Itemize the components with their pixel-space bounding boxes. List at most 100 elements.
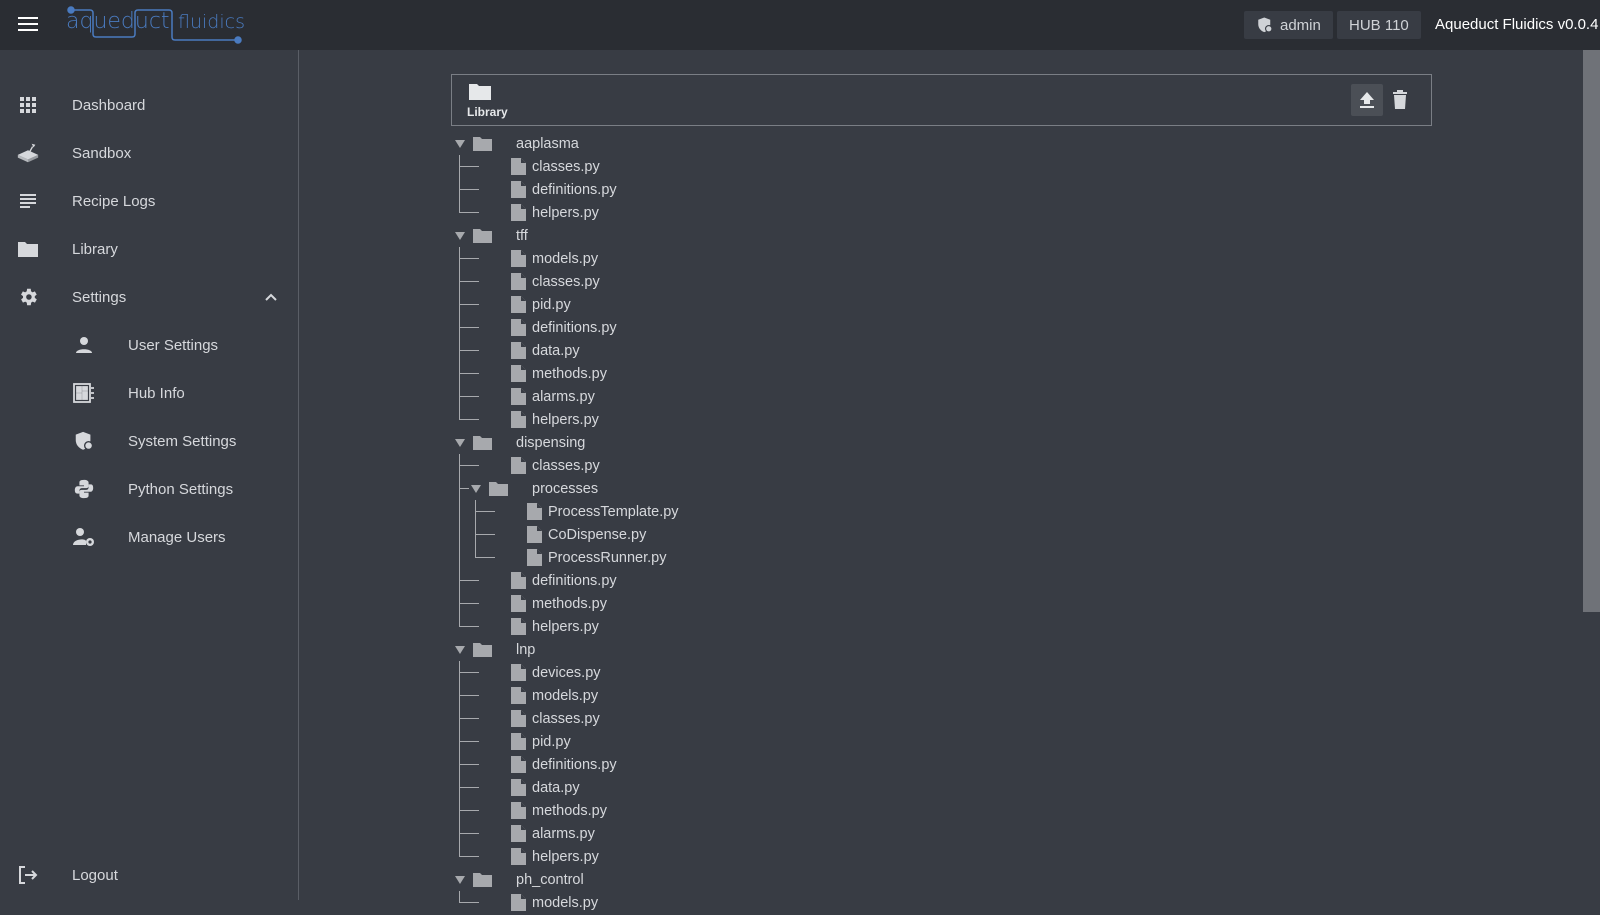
file-icon <box>511 204 526 221</box>
tree-file[interactable]: pid.py <box>451 730 1051 753</box>
file-name: classes.py <box>532 158 600 175</box>
person-icon <box>72 333 96 357</box>
sidebar-item-settings[interactable]: Settings <box>0 277 299 317</box>
tree-folder[interactable]: dispensing <box>451 431 1051 454</box>
file-icon <box>511 273 526 290</box>
folder-icon <box>473 643 492 657</box>
file-name: alarms.py <box>532 388 595 405</box>
delete-button[interactable] <box>1384 84 1416 116</box>
sidebar-item-library[interactable]: Library <box>0 229 299 269</box>
sidebar-item-system-settings[interactable]: System Settings <box>0 421 299 461</box>
tree-connector <box>459 155 460 213</box>
sidebar-item-user-settings[interactable]: User Settings <box>0 325 299 365</box>
python-icon <box>72 477 96 501</box>
tree-file[interactable]: models.py <box>451 684 1051 707</box>
caret-down-icon[interactable] <box>455 140 465 148</box>
tree-file[interactable]: devices.py <box>451 661 1051 684</box>
trash-icon <box>1393 90 1407 109</box>
tree-file[interactable]: data.py <box>451 776 1051 799</box>
scrollbar[interactable] <box>1582 50 1600 900</box>
tree-file[interactable]: alarms.py <box>451 822 1051 845</box>
file-name: methods.py <box>532 365 607 382</box>
file-icon <box>511 848 526 865</box>
sidebar-item-hub-info[interactable]: Hub Info <box>0 373 299 413</box>
tree-folder[interactable]: tff <box>451 224 1051 247</box>
tree-folder[interactable]: lnp <box>451 638 1051 661</box>
tree-file[interactable]: classes.py <box>451 454 1051 477</box>
sidebar: Dashboard Sandbox Recipe Logs Library Se… <box>0 50 299 900</box>
hub-badge[interactable]: HUB 110 <box>1337 11 1421 39</box>
tree-file[interactable]: classes.py <box>451 707 1051 730</box>
chevron-up-icon[interactable] <box>263 289 279 305</box>
file-name: classes.py <box>532 273 600 290</box>
sidebar-item-manage-users[interactable]: Manage Users <box>0 517 299 557</box>
tree-file[interactable]: classes.py <box>451 155 1051 178</box>
sidebar-item-logout[interactable]: Logout <box>0 855 299 895</box>
file-icon <box>511 319 526 336</box>
grid-icon <box>16 93 40 117</box>
top-bar: aqueduct fluidics admin HUB 110 Aqueduct… <box>0 0 1600 50</box>
tree-file[interactable]: alarms.py <box>451 385 1051 408</box>
tree-file[interactable]: helpers.py <box>451 845 1051 868</box>
tree-file[interactable]: helpers.py <box>451 615 1051 638</box>
folder-name: tff <box>516 227 528 244</box>
folder-name: aaplasma <box>516 135 579 152</box>
file-icon <box>511 595 526 612</box>
tree-file[interactable]: ProcessRunner.py <box>451 546 1051 569</box>
tree-folder[interactable]: processes <box>451 477 1051 500</box>
file-name: models.py <box>532 894 599 911</box>
tree-file[interactable]: methods.py <box>451 799 1051 822</box>
file-name: helpers.py <box>532 848 599 865</box>
file-icon <box>527 526 542 543</box>
file-icon <box>511 733 526 750</box>
user-name: admin <box>1280 16 1321 34</box>
sidebar-item-python-settings[interactable]: Python Settings <box>0 469 299 509</box>
tree-file[interactable]: classes.py <box>451 270 1051 293</box>
caret-down-icon[interactable] <box>471 485 481 493</box>
tree-folder[interactable]: aaplasma <box>451 132 1051 155</box>
caret-down-icon[interactable] <box>455 646 465 654</box>
file-name: CoDispense.py <box>548 526 647 543</box>
scroll-thumb[interactable] <box>1583 50 1600 612</box>
caret-down-icon[interactable] <box>455 876 465 884</box>
caret-down-icon[interactable] <box>455 439 465 447</box>
tree-folder[interactable]: ph_control <box>451 868 1051 891</box>
app-logo: aqueduct fluidics <box>66 6 245 44</box>
tree-file[interactable]: helpers.py <box>451 201 1051 224</box>
caret-down-icon[interactable] <box>455 232 465 240</box>
tree-connector <box>459 247 460 420</box>
file-name: pid.py <box>532 296 571 313</box>
tree-file[interactable]: CoDispense.py <box>451 523 1051 546</box>
sidebar-item-recipe-logs[interactable]: Recipe Logs <box>0 181 299 221</box>
tree-file[interactable]: methods.py <box>451 592 1051 615</box>
tree-file[interactable]: definitions.py <box>451 178 1051 201</box>
tree-file[interactable]: ProcessTemplate.py <box>451 500 1051 523</box>
sidebar-item-dashboard[interactable]: Dashboard <box>0 85 299 125</box>
file-icon <box>511 572 526 589</box>
tree-file[interactable]: models.py <box>451 891 1051 914</box>
tree-file[interactable]: definitions.py <box>451 753 1051 776</box>
tree-file[interactable]: data.py <box>451 339 1051 362</box>
file-name: data.py <box>532 779 580 796</box>
menu-icon[interactable] <box>18 17 38 33</box>
user-badge[interactable]: admin <box>1244 11 1333 39</box>
tree-file[interactable]: definitions.py <box>451 316 1051 339</box>
tree-file[interactable]: models.py <box>451 247 1051 270</box>
file-icon <box>511 250 526 267</box>
file-icon <box>511 710 526 727</box>
folder-name: lnp <box>516 641 536 658</box>
tree-file[interactable]: definitions.py <box>451 569 1051 592</box>
shield-icon <box>72 429 96 453</box>
file-icon <box>527 549 542 566</box>
sidebar-item-sandbox[interactable]: Sandbox <box>0 133 299 173</box>
file-name: helpers.py <box>532 204 599 221</box>
file-name: helpers.py <box>532 411 599 428</box>
file-name: definitions.py <box>532 756 617 773</box>
tree-file[interactable]: pid.py <box>451 293 1051 316</box>
sidebar-item-label: Settings <box>72 288 127 306</box>
upload-button[interactable] <box>1351 84 1383 116</box>
file-name: devices.py <box>532 664 601 681</box>
tree-file[interactable]: helpers.py <box>451 408 1051 431</box>
tree-file[interactable]: methods.py <box>451 362 1051 385</box>
tree-connector <box>459 891 460 903</box>
